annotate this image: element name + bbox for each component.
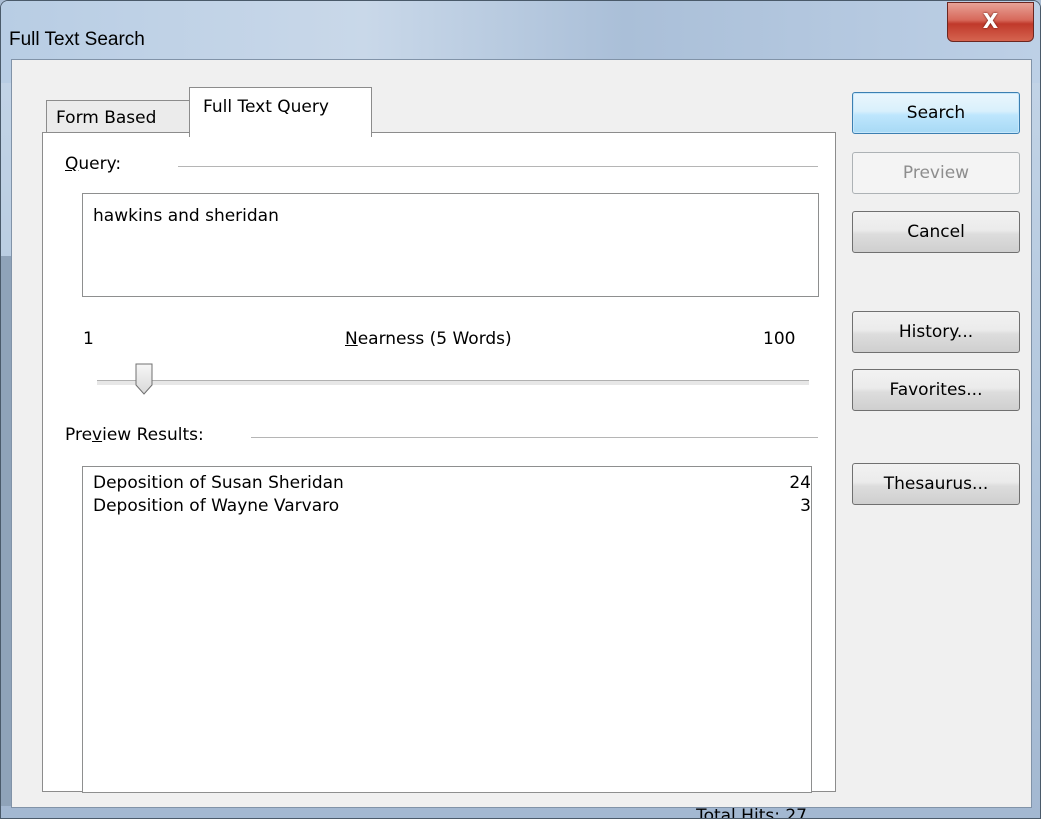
result-title: Deposition of Susan Sheridan	[93, 473, 344, 493]
full-text-search-dialog: Full Text Search X Form Based Full Text …	[0, 0, 1041, 819]
preview-button[interactable]: Preview	[852, 152, 1020, 194]
query-input-text: hawkins and sheridan	[93, 206, 279, 226]
query-label: Query:	[65, 154, 130, 174]
query-group-line	[178, 166, 818, 167]
history-button[interactable]: History...	[852, 311, 1020, 353]
list-item[interactable]: Deposition of Susan Sheridan 24	[93, 473, 811, 497]
preview-group-line	[251, 437, 818, 438]
result-title: Deposition of Wayne Varvaro	[93, 496, 340, 516]
list-item[interactable]: Deposition of Wayne Varvaro 3	[93, 496, 811, 520]
preview-results-list[interactable]: Deposition of Susan Sheridan 24 Depositi…	[82, 466, 812, 793]
cancel-button[interactable]: Cancel	[852, 211, 1020, 253]
tab-full-text-query[interactable]: Full Text Query	[189, 87, 372, 137]
total-hits: Total Hits: 27	[696, 806, 807, 819]
search-button[interactable]: Search	[852, 92, 1020, 134]
nearness-min-label: 1	[83, 329, 94, 349]
result-hits: 24	[789, 473, 811, 493]
dialog-client-area: Form Based Full Text Query Query: hawkin…	[11, 59, 1032, 818]
close-icon: X	[982, 9, 999, 33]
slider-thumb[interactable]	[135, 363, 153, 395]
full-text-query-panel: Query: hawkins and sheridan 1 Nearness (…	[42, 132, 836, 818]
thesaurus-button[interactable]: Thesaurus...	[852, 463, 1020, 505]
favorites-button[interactable]: Favorites...	[852, 369, 1020, 411]
nearness-label: Nearness (5 Words)	[345, 329, 512, 349]
window-frame-edge	[1, 256, 11, 806]
total-hits-value: 27	[785, 806, 807, 819]
query-input[interactable]: hawkins and sheridan	[82, 193, 819, 297]
tab-form-based[interactable]: Form Based	[46, 100, 190, 136]
close-button[interactable]: X	[947, 2, 1034, 42]
slider-track[interactable]	[97, 380, 809, 386]
result-hits: 3	[800, 496, 811, 516]
tab-full-text-query-label: Full Text Query	[203, 97, 329, 117]
nearness-max-label: 100	[763, 329, 796, 349]
window-title: Full Text Search	[9, 29, 145, 50]
tab-form-based-label: Form Based	[56, 108, 157, 128]
preview-results-label: Preview Results:	[65, 425, 212, 445]
